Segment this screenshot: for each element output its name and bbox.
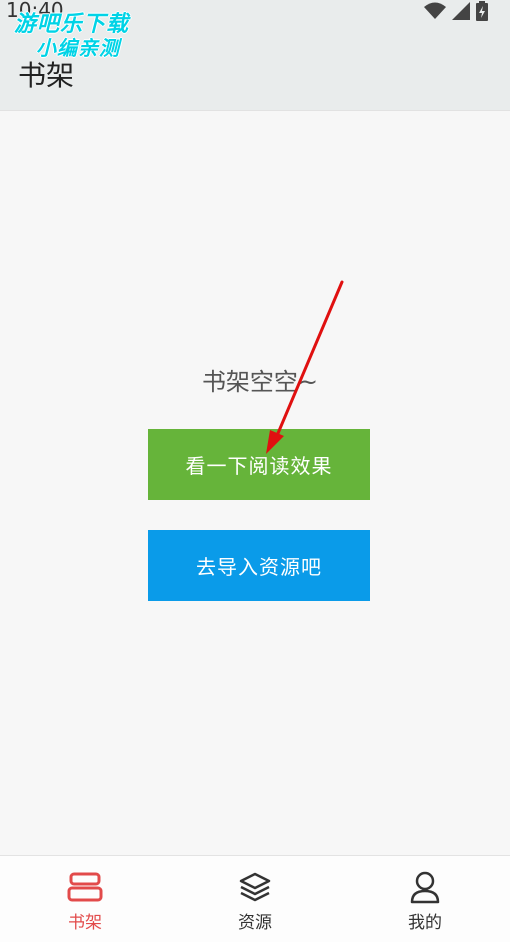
import-resource-button[interactable]: 去导入资源吧 [148,530,370,601]
empty-shelf-text: 书架空空~ [201,368,319,396]
nav-label-resources: 资源 [238,913,272,933]
bookshelf-icon [66,868,104,906]
person-icon [406,868,444,906]
wifi-icon [424,2,446,19]
signal-icon [452,2,470,20]
watermark-line1: 游吧乐下载 [14,12,130,37]
status-icons [424,0,488,22]
bottom-nav: 书架 资源 我的 [0,855,510,942]
nav-label-bookshelf: 书架 [68,913,102,933]
nav-item-bookshelf[interactable]: 书架 [0,856,170,942]
battery-charging-icon [476,1,488,21]
nav-item-mine[interactable]: 我的 [340,856,510,942]
nav-label-mine: 我的 [408,913,442,933]
preview-reading-button[interactable]: 看一下阅读效果 [148,429,370,500]
layers-icon [236,868,274,906]
watermark-line2: 小编亲测 [36,36,120,60]
watermark: 游吧乐下载 小编亲测 [14,14,184,64]
nav-item-resources[interactable]: 资源 [170,856,340,942]
